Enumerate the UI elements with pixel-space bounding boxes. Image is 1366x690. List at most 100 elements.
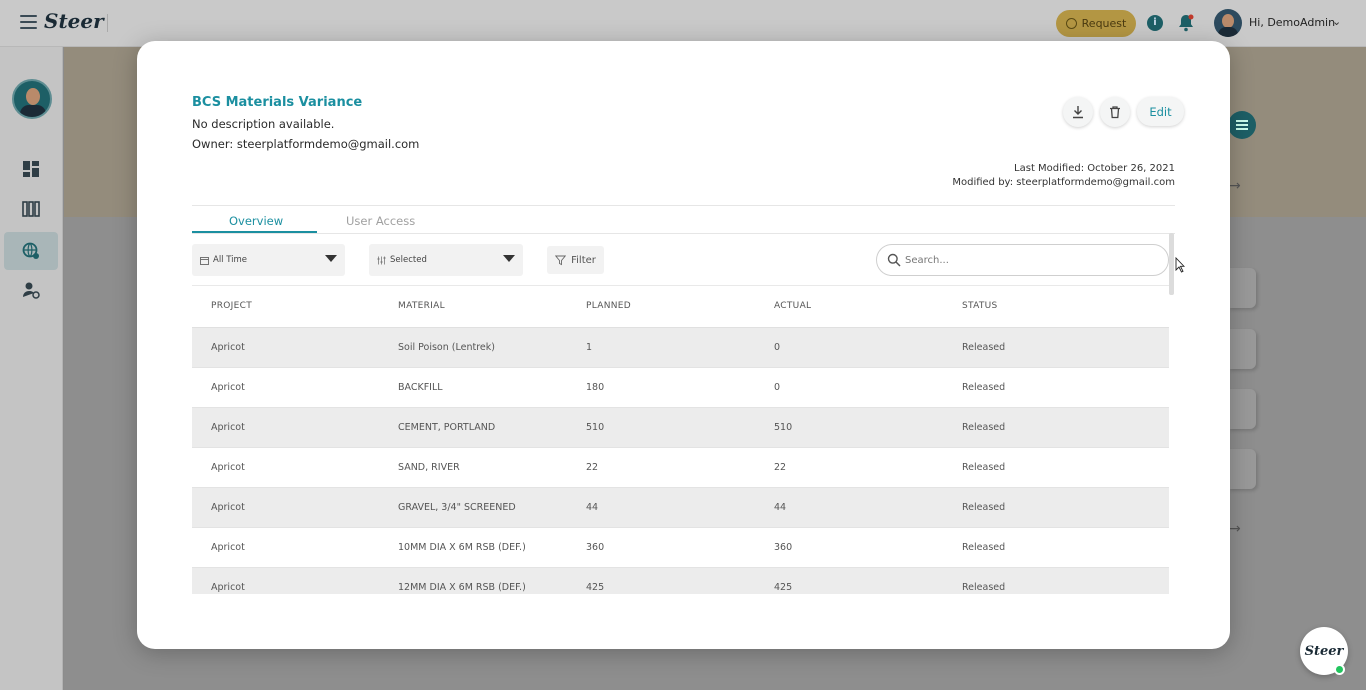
table-row[interactable]: Apricot Soil Poison (Lentrek) 1 0 Releas… bbox=[192, 328, 1169, 368]
modification-info: Last Modified: October 26, 2021 Modified… bbox=[952, 162, 1175, 190]
time-range-value: All Time bbox=[213, 255, 248, 265]
report-description: No description available. bbox=[192, 117, 335, 131]
sidebar-item-users[interactable] bbox=[4, 271, 58, 309]
user-settings-icon bbox=[23, 282, 40, 299]
sidebar bbox=[0, 47, 63, 690]
background-card bbox=[1228, 268, 1256, 308]
report-modal: BCS Materials Variance No description av… bbox=[137, 41, 1230, 649]
column-header-actual[interactable]: ACTUAL bbox=[774, 301, 811, 311]
calendar-icon bbox=[200, 256, 209, 265]
globe-settings-icon bbox=[22, 242, 39, 259]
filter-label: Filter bbox=[571, 254, 596, 266]
cell-planned: 44 bbox=[586, 502, 599, 513]
table-row[interactable]: Apricot 12MM DIA X 6M RSB (DEF.) 425 425… bbox=[192, 568, 1169, 594]
arrow-right-icon[interactable]: → bbox=[1229, 178, 1241, 194]
columns-value: Selected bbox=[390, 255, 427, 265]
table-row[interactable]: Apricot GRAVEL, 3/4" SCREENED 44 44 Rele… bbox=[192, 488, 1169, 528]
background-card bbox=[1228, 329, 1256, 369]
top-bar: Steer Request i Hi, DemoAdmin ⌄ bbox=[0, 0, 1366, 47]
user-greeting[interactable]: Hi, DemoAdmin bbox=[1249, 16, 1335, 29]
cell-planned: 510 bbox=[586, 422, 605, 433]
last-modified: Last Modified: October 26, 2021 bbox=[1014, 163, 1175, 174]
cell-actual: 0 bbox=[774, 342, 781, 353]
caret-down-icon bbox=[325, 255, 337, 262]
cell-project: Apricot bbox=[211, 422, 245, 433]
cell-material: BACKFILL bbox=[398, 382, 443, 393]
caret-down-icon bbox=[503, 255, 515, 262]
table-row[interactable]: Apricot BACKFILL 180 0 Released bbox=[192, 368, 1169, 408]
sliders-icon bbox=[377, 256, 386, 264]
sidebar-avatar[interactable] bbox=[12, 79, 52, 119]
cell-project: Apricot bbox=[211, 342, 245, 353]
cell-status: Released bbox=[962, 542, 1006, 553]
cell-material: 10MM DIA X 6M RSB (DEF.) bbox=[398, 542, 526, 553]
table-row[interactable]: Apricot SAND, RIVER 22 22 Released bbox=[192, 448, 1169, 488]
cell-actual: 0 bbox=[774, 382, 781, 393]
tab-overview[interactable]: Overview bbox=[229, 214, 283, 228]
report-title: BCS Materials Variance bbox=[192, 95, 363, 110]
search-box[interactable] bbox=[876, 244, 1169, 276]
list-view-button[interactable] bbox=[1228, 111, 1256, 139]
cell-project: Apricot bbox=[211, 582, 245, 593]
cell-project: Apricot bbox=[211, 502, 245, 513]
sidebar-item-globe[interactable] bbox=[4, 232, 58, 270]
request-label: Request bbox=[1081, 17, 1127, 30]
plus-circle-icon bbox=[1065, 18, 1077, 29]
info-icon[interactable]: i bbox=[1147, 15, 1163, 31]
cell-project: Apricot bbox=[211, 462, 245, 473]
download-button[interactable] bbox=[1063, 97, 1093, 127]
tab-divider bbox=[192, 233, 1175, 234]
edit-button[interactable]: Edit bbox=[1137, 97, 1184, 126]
cell-planned: 1 bbox=[586, 342, 593, 353]
cell-material: 12MM DIA X 6M RSB (DEF.) bbox=[398, 582, 526, 593]
tab-user-access[interactable]: User Access bbox=[346, 214, 415, 228]
column-header-project[interactable]: PROJECT bbox=[211, 301, 252, 311]
cell-actual: 44 bbox=[774, 502, 787, 513]
request-button[interactable]: Request bbox=[1056, 10, 1136, 37]
columns-dropdown[interactable]: Selected bbox=[369, 244, 523, 276]
cell-planned: 360 bbox=[586, 542, 605, 553]
trash-icon bbox=[1110, 106, 1120, 119]
materials-table: PROJECT MATERIAL PLANNED ACTUAL STATUS A… bbox=[192, 285, 1169, 594]
search-input[interactable] bbox=[905, 254, 1145, 266]
chat-logo: Steer bbox=[1304, 643, 1344, 659]
column-header-planned[interactable]: PLANNED bbox=[586, 301, 631, 311]
table-row[interactable]: Apricot 10MM DIA X 6M RSB (DEF.) 360 360… bbox=[192, 528, 1169, 568]
menu-icon[interactable] bbox=[20, 15, 37, 29]
table-header: PROJECT MATERIAL PLANNED ACTUAL STATUS bbox=[192, 286, 1169, 328]
books-icon bbox=[22, 201, 40, 217]
header-divider bbox=[107, 14, 108, 32]
table-row[interactable]: Apricot CEMENT, PORTLAND 510 510 Release… bbox=[192, 408, 1169, 448]
logo-text: Steer bbox=[44, 9, 104, 33]
column-header-material[interactable]: MATERIAL bbox=[398, 301, 445, 311]
notification-bell-icon[interactable] bbox=[1178, 14, 1194, 32]
cell-actual: 360 bbox=[774, 542, 793, 553]
online-status-indicator bbox=[1334, 664, 1345, 675]
time-range-dropdown[interactable]: All Time bbox=[192, 244, 345, 276]
cell-material: GRAVEL, 3/4" SCREENED bbox=[398, 502, 516, 513]
sidebar-item-dashboard[interactable] bbox=[4, 150, 58, 188]
report-owner: Owner: steerplatformdemo@gmail.com bbox=[192, 137, 420, 151]
arrow-right-icon[interactable]: → bbox=[1229, 521, 1241, 537]
cell-planned: 425 bbox=[586, 582, 605, 593]
cell-status: Released bbox=[962, 502, 1006, 513]
cell-status: Released bbox=[962, 582, 1006, 593]
cell-status: Released bbox=[962, 422, 1006, 433]
cell-material: CEMENT, PORTLAND bbox=[398, 422, 496, 433]
scrollbar[interactable] bbox=[1169, 233, 1174, 295]
sidebar-item-library[interactable] bbox=[4, 190, 58, 228]
download-icon bbox=[1073, 106, 1083, 119]
filter-button[interactable]: Filter bbox=[547, 246, 604, 274]
cell-actual: 22 bbox=[774, 462, 787, 473]
cell-status: Released bbox=[962, 342, 1006, 353]
delete-button[interactable] bbox=[1100, 97, 1130, 127]
chevron-down-icon[interactable]: ⌄ bbox=[1332, 15, 1341, 28]
background-card bbox=[1228, 389, 1256, 429]
cell-actual: 510 bbox=[774, 422, 793, 433]
column-header-status[interactable]: STATUS bbox=[962, 301, 998, 311]
steer-logo[interactable]: Steer bbox=[44, 9, 104, 33]
cell-material: SAND, RIVER bbox=[398, 462, 460, 473]
cell-material: Soil Poison (Lentrek) bbox=[398, 342, 495, 353]
cell-actual: 425 bbox=[774, 582, 793, 593]
user-avatar[interactable] bbox=[1214, 9, 1242, 37]
